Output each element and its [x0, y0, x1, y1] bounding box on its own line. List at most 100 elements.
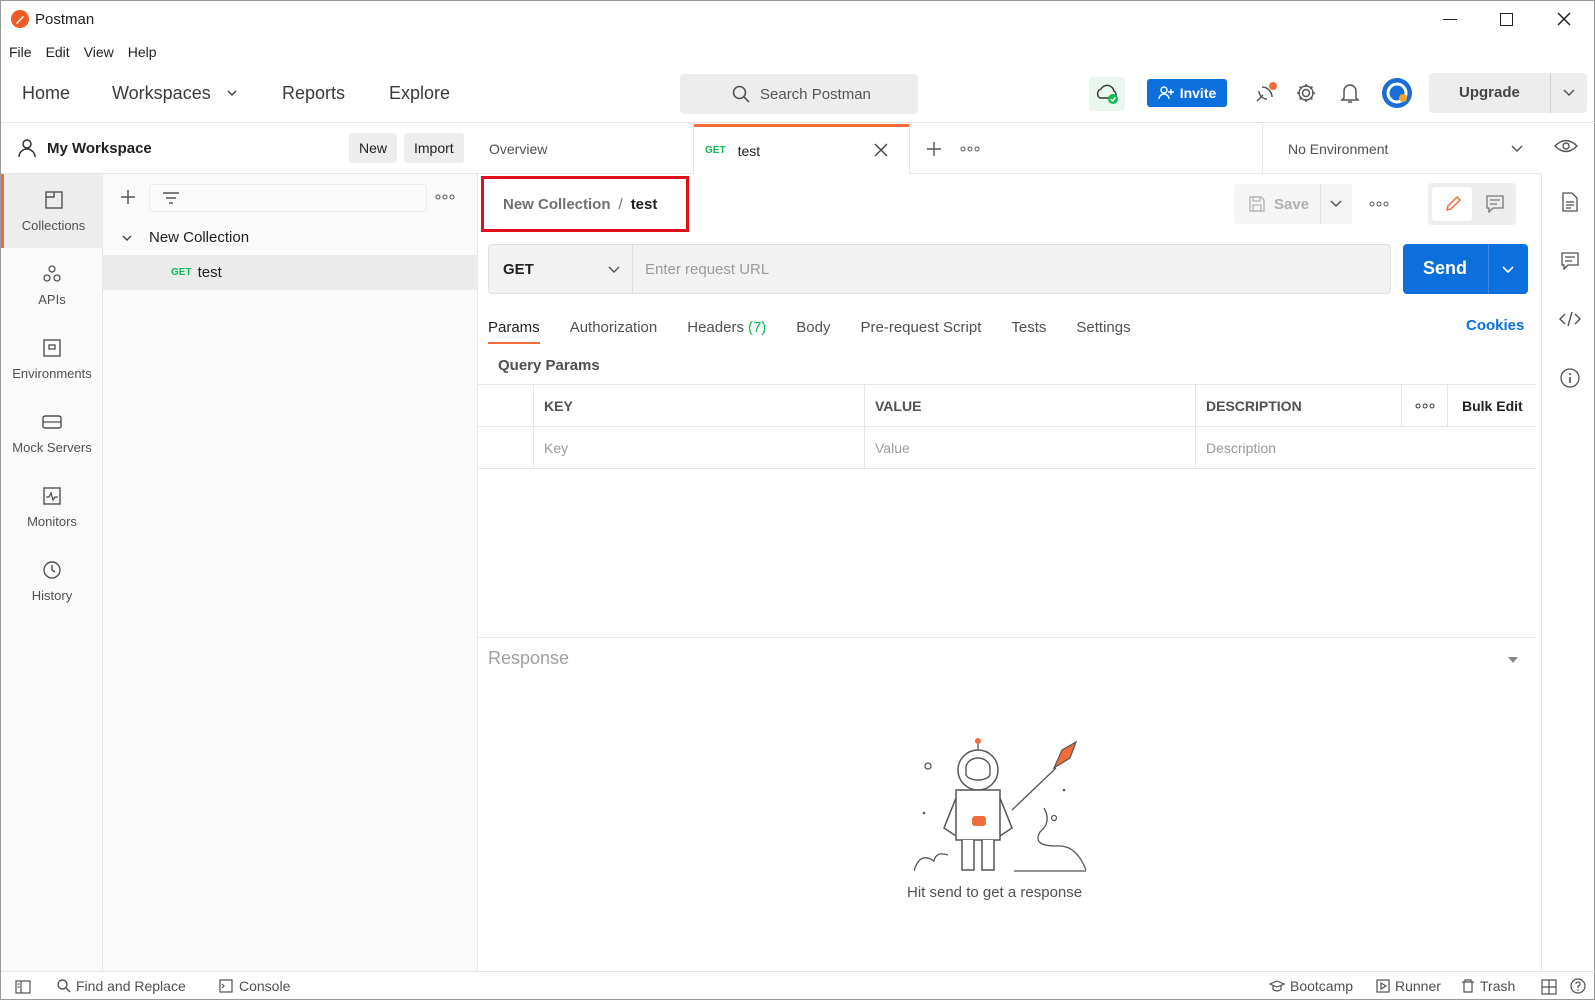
toggle-sidebar-icon[interactable] — [15, 980, 31, 994]
rail-label: Collections — [21, 217, 86, 233]
rail-collections[interactable]: Collections — [1, 174, 103, 248]
comments-icon[interactable] — [1561, 252, 1579, 270]
title-bar: Postman — [1, 1, 1595, 39]
checkbox-column-header — [478, 384, 534, 427]
astronaut-illustration-icon — [914, 738, 1094, 883]
notifications-bell-icon[interactable] — [1340, 82, 1360, 104]
nav-home[interactable]: Home — [22, 83, 70, 104]
more-options-icon[interactable] — [1369, 201, 1389, 207]
minimize-icon[interactable] — [1443, 19, 1457, 20]
two-pane-icon[interactable] — [1541, 979, 1557, 995]
new-button[interactable]: New — [349, 133, 398, 163]
collapse-caret-icon[interactable] — [1507, 656, 1519, 664]
bulk-edit-button[interactable]: Bulk Edit — [1462, 398, 1523, 414]
environment-selector[interactable]: No Environment — [1262, 124, 1541, 174]
send-button[interactable]: Send — [1403, 244, 1528, 294]
comment-mode-icon[interactable] — [1486, 195, 1504, 213]
find-replace-button[interactable]: Find and Replace — [57, 978, 186, 994]
chevron-down-icon[interactable] — [226, 87, 238, 99]
chevron-down-icon[interactable] — [121, 232, 133, 244]
column-options-icon[interactable] — [1402, 384, 1448, 427]
headers-count-badge: (7) — [747, 318, 767, 336]
invite-button[interactable]: Invite — [1147, 79, 1227, 107]
pencil-icon — [1445, 195, 1462, 212]
method-select[interactable]: GET — [488, 244, 633, 294]
save-button[interactable]: Save — [1234, 184, 1352, 224]
more-options-icon[interactable] — [435, 194, 455, 200]
nav-explore[interactable]: Explore — [389, 83, 450, 104]
console-icon — [219, 979, 233, 993]
window-title: Postman — [35, 11, 95, 28]
response-title: Response — [488, 648, 570, 668]
rail-monitors[interactable]: Monitors — [1, 470, 103, 544]
bootcamp-label: Bootcamp — [1290, 978, 1354, 994]
nav-workspaces[interactable]: Workspaces — [112, 83, 211, 104]
help-icon[interactable] — [1570, 978, 1586, 994]
maximize-icon[interactable] — [1500, 13, 1513, 26]
filter-input[interactable] — [149, 184, 427, 212]
response-empty-message: Hit send to get a response — [907, 884, 1083, 901]
nav-reports[interactable]: Reports — [282, 83, 345, 104]
satellite-icon[interactable] — [1253, 81, 1279, 105]
tab-request-test[interactable]: GET test — [694, 124, 910, 174]
tab-settings[interactable]: Settings — [1076, 319, 1130, 336]
tab-authorization[interactable]: Authorization — [570, 319, 658, 336]
tab-params[interactable]: Params — [488, 319, 540, 344]
bootcamp-button[interactable]: Bootcamp — [1269, 978, 1353, 994]
menu-view[interactable]: View — [84, 44, 114, 60]
add-icon[interactable] — [119, 188, 137, 206]
description-input[interactable]: Description — [1196, 440, 1276, 456]
edit-mode-button[interactable] — [1432, 187, 1472, 221]
params-table: KEY VALUE DESCRIPTION Bulk Edit Key Valu… — [478, 384, 1536, 469]
url-input[interactable]: Enter request URL — [633, 244, 1391, 294]
find-replace-label: Find and Replace — [76, 978, 186, 994]
workspace-name[interactable]: My Workspace — [47, 140, 152, 157]
postman-logo-icon — [11, 10, 29, 28]
chevron-down-icon[interactable] — [1501, 264, 1515, 276]
menu-file[interactable]: File — [9, 44, 32, 60]
collections-icon — [44, 190, 63, 209]
rail-environments[interactable]: Environments — [1, 322, 103, 396]
divider — [1550, 73, 1551, 113]
collection-request-item[interactable]: GET test — [103, 255, 477, 290]
avatar[interactable] — [1382, 78, 1412, 108]
rail-label: Environments — [12, 365, 92, 381]
chevron-down-icon[interactable] — [1329, 198, 1343, 210]
tab-headers[interactable]: Headers — [687, 319, 744, 336]
key-input[interactable]: Key — [534, 426, 865, 469]
info-icon[interactable] — [1560, 368, 1580, 388]
runner-button[interactable]: Runner — [1376, 978, 1441, 994]
console-button[interactable]: Console — [219, 978, 290, 994]
upgrade-button[interactable]: Upgrade — [1429, 73, 1587, 113]
close-window-icon[interactable] — [1556, 11, 1572, 27]
value-input[interactable]: Value — [865, 426, 1196, 469]
mock-servers-icon — [42, 414, 62, 429]
eye-icon[interactable] — [1554, 138, 1578, 154]
request-name: test — [197, 264, 222, 281]
trash-button[interactable]: Trash — [1461, 978, 1515, 994]
new-tab-icon[interactable] — [925, 140, 943, 158]
rail-history[interactable]: History — [1, 544, 103, 618]
chevron-down-icon[interactable] — [1562, 87, 1576, 99]
menu-help[interactable]: Help — [128, 44, 157, 60]
breadcrumb-parent[interactable]: New Collection — [503, 196, 611, 213]
close-tab-icon[interactable] — [874, 143, 888, 157]
code-icon[interactable] — [1559, 311, 1581, 327]
tab-tests[interactable]: Tests — [1011, 319, 1046, 336]
cookies-link[interactable]: Cookies — [1466, 317, 1524, 334]
mode-toggle — [1428, 183, 1516, 225]
rail-apis[interactable]: APIs — [1, 248, 103, 322]
more-tabs-icon[interactable] — [960, 146, 980, 152]
tab-overview[interactable]: Overview — [478, 124, 694, 174]
menu-edit[interactable]: Edit — [46, 44, 70, 60]
breadcrumb-current[interactable]: test — [631, 196, 658, 213]
sync-cloud-icon[interactable] — [1089, 77, 1125, 111]
collection-name[interactable]: New Collection — [149, 229, 249, 246]
documentation-icon[interactable] — [1562, 192, 1578, 212]
search-input[interactable]: Search Postman — [680, 74, 918, 114]
tab-body[interactable]: Body — [796, 319, 830, 336]
import-button[interactable]: Import — [404, 133, 464, 163]
settings-gear-icon[interactable] — [1295, 82, 1317, 104]
rail-mock-servers[interactable]: Mock Servers — [1, 396, 103, 470]
tab-pre-request-script[interactable]: Pre-request Script — [861, 319, 982, 336]
